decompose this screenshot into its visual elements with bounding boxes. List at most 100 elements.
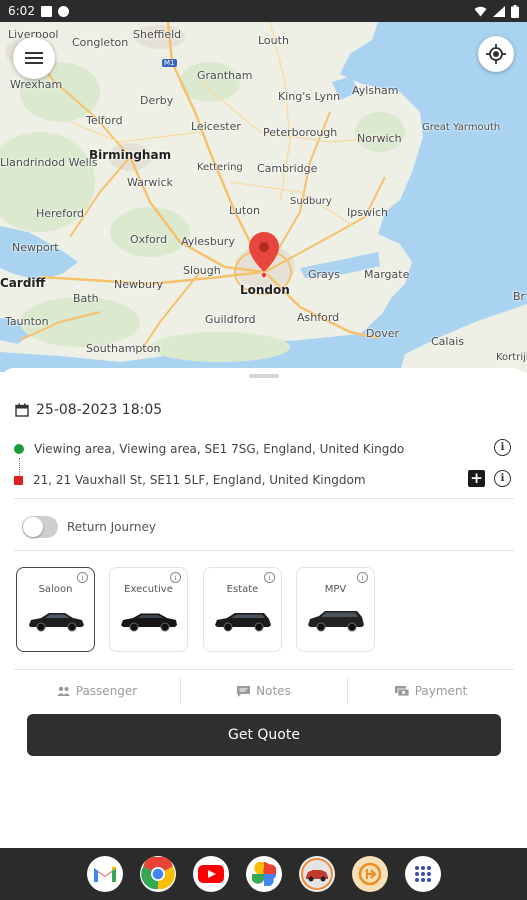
map-label: Kortrijk [496, 352, 527, 363]
map-label: Sheffield [133, 28, 182, 41]
return-journey-label: Return Journey [67, 520, 156, 534]
drag-handle[interactable] [249, 374, 279, 378]
chrome-icon [140, 857, 175, 890]
map-label: Guildford [205, 313, 256, 326]
pickup-location-row[interactable]: Viewing area, Viewing area, SE1 7SG, Eng… [14, 442, 404, 456]
map-label: Bath [73, 292, 99, 305]
tab-payment[interactable]: Payment [347, 678, 514, 704]
map-view[interactable]: Liverpool Congleton Sheffield Louth Wrex… [0, 22, 527, 372]
dropoff-location-row[interactable]: 21, 21 Vauxhall St, SE11 5LF, England, U… [14, 473, 403, 487]
map-label: Luton [229, 204, 260, 217]
booking-sheet: 25-08-2023 18:05 Viewing area, Viewing a… [0, 368, 527, 848]
vehicle-option-executive[interactable]: Executive i [109, 567, 188, 652]
app-drawer-icon [414, 866, 431, 882]
gps-locate-icon [486, 44, 506, 64]
map-label: Leicester [191, 120, 241, 133]
vehicle-option-estate[interactable]: Estate i [203, 567, 282, 652]
map-label: Newbury [114, 278, 163, 291]
tab-label: Payment [414, 684, 468, 698]
pickup-datetime: 25-08-2023 18:05 [36, 402, 163, 418]
app-dock [0, 848, 527, 900]
chrome-app[interactable] [139, 856, 176, 892]
get-quote-button[interactable]: Get Quote [27, 714, 501, 756]
map-label: Peterborough [263, 126, 338, 139]
people-icon [56, 686, 70, 696]
map-label: Hereford [36, 207, 85, 220]
notification-dot-icon [57, 5, 69, 17]
pickup-address: Viewing area, Viewing area, SE1 7SG, Eng… [34, 442, 404, 456]
pickup-marker-icon [14, 444, 24, 454]
youtube-app[interactable] [192, 856, 229, 892]
divider [14, 498, 514, 499]
mpv-car-icon [308, 611, 364, 632]
map-label: Derby [140, 94, 174, 107]
saloon-car-icon [29, 613, 84, 632]
map-label: Birmingham [89, 148, 172, 162]
map-label: Calais [431, 335, 465, 348]
map-label: Southampton [86, 342, 161, 355]
map-background [0, 22, 527, 372]
map-label: Grays [308, 268, 341, 281]
map-label: Kettering [197, 162, 243, 173]
vehicle-name: Executive [124, 584, 173, 595]
divider [14, 550, 514, 551]
orange-app[interactable] [351, 856, 388, 892]
dropoff-address: 21, 21 Vauxhall St, SE11 5LF, England, U… [33, 473, 366, 487]
status-time: 6:02 [8, 4, 35, 18]
map-label: Cambridge [257, 162, 318, 175]
gmail-app[interactable] [86, 856, 123, 892]
battery-icon [511, 4, 519, 18]
map-label: Newport [12, 241, 59, 254]
map-label: Aylsham [352, 84, 399, 97]
status-bar: 6:02 [0, 0, 527, 22]
payment-icon [394, 686, 409, 696]
info-icon[interactable]: i [170, 572, 181, 583]
my-location-button[interactable] [478, 36, 514, 72]
map-pin-icon[interactable] [249, 232, 279, 278]
info-icon[interactable]: i [77, 572, 88, 583]
map-label: Sudbury [290, 196, 332, 207]
map-label: King's Lynn [278, 90, 341, 103]
notification-icon [40, 5, 52, 17]
toggle-knob [23, 517, 43, 537]
tab-notes[interactable]: Notes [180, 678, 347, 704]
map-label: Oxford [130, 233, 168, 246]
info-icon[interactable]: i [357, 572, 368, 583]
map-label: Telford [86, 114, 123, 127]
pickup-info-icon[interactable]: i [494, 439, 511, 456]
chat-icon [237, 685, 251, 697]
info-icon[interactable]: i [264, 572, 275, 583]
map-label: London [240, 283, 290, 297]
map-label: Congleton [72, 36, 129, 49]
dropoff-info-icon[interactable]: i [494, 470, 511, 487]
map-label: Slough [183, 264, 221, 277]
executive-car-icon [121, 613, 177, 632]
map-label: M1 [162, 59, 177, 67]
map-label: Br [513, 290, 526, 303]
gmail-icon [93, 866, 116, 882]
add-stop-icon[interactable]: + [468, 470, 485, 487]
map-label: Llandrindod Wells [0, 156, 98, 169]
vehicle-name: Saloon [38, 584, 73, 595]
map-label: Norwich [357, 132, 402, 145]
photos-app[interactable] [245, 856, 282, 892]
taxi-app[interactable] [298, 856, 335, 892]
orange-app-icon [358, 862, 381, 886]
map-label: Ashford [297, 311, 340, 324]
app-drawer[interactable] [404, 856, 441, 892]
tab-passenger[interactable]: Passenger [14, 678, 180, 704]
dropoff-marker-icon [14, 475, 23, 485]
map-label: Louth [258, 34, 289, 47]
datetime-row[interactable]: 25-08-2023 18:05 [15, 402, 162, 418]
booking-tabs: Passenger Notes Payment [14, 678, 514, 704]
vehicle-name: Estate [226, 584, 259, 595]
vehicle-option-mpv[interactable]: MPV i [296, 567, 375, 652]
photos-icon [251, 862, 276, 886]
vehicle-option-saloon[interactable]: Saloon i [16, 567, 95, 652]
return-journey-toggle[interactable] [22, 516, 58, 538]
menu-button[interactable] [13, 37, 55, 79]
map-label: Grantham [197, 69, 253, 82]
map-label: Warwick [127, 176, 173, 189]
estate-car-icon [215, 613, 271, 632]
wifi-icon [474, 6, 487, 16]
